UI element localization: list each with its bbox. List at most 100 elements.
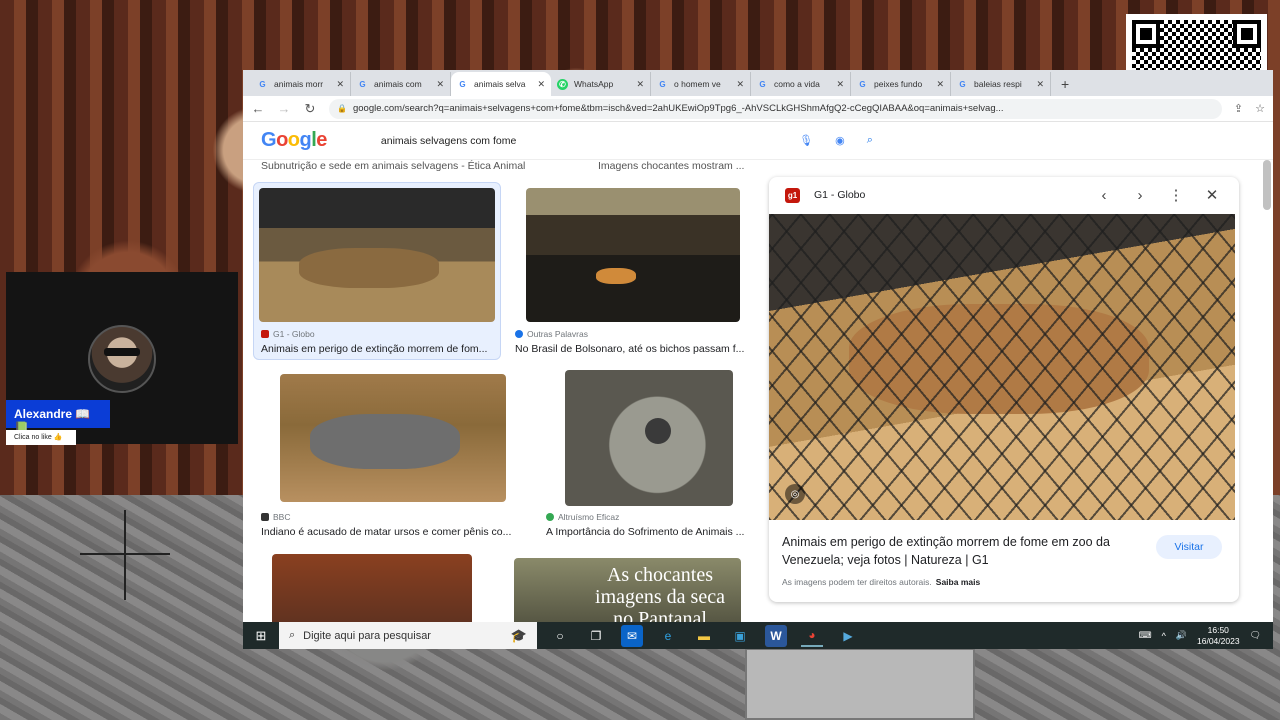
logo-letter: g xyxy=(299,129,312,151)
google-logo[interactable]: Google xyxy=(261,129,327,152)
clock[interactable]: 16:50 16/04/2023 xyxy=(1197,625,1240,647)
close-icon[interactable]: ✕ xyxy=(1036,79,1044,90)
g1-favicon-icon xyxy=(261,330,269,338)
chrome-icon[interactable]: ◕ xyxy=(801,625,823,647)
google-icon: G xyxy=(459,79,466,89)
tab-5[interactable]: Go homem ve ✕ xyxy=(651,72,751,96)
image-thumbnail-anteater[interactable] xyxy=(272,554,472,622)
fence-overlay xyxy=(769,214,1235,520)
notifications-icon[interactable]: 🗨 xyxy=(1250,630,1261,641)
search-input[interactable]: animais selvagens com fome 🎙 ◉ ⌕ xyxy=(366,126,887,155)
chevron-right-icon[interactable]: › xyxy=(1129,187,1151,204)
page-scrollbar[interactable] xyxy=(1263,160,1271,620)
more-vert-icon[interactable]: ⋮ xyxy=(1165,186,1187,204)
tab-4[interactable]: ✆ WhatsApp ✕ xyxy=(551,72,651,96)
lock-icon: 🔒 xyxy=(337,104,347,113)
bookmark-star-icon[interactable]: ☆ xyxy=(1255,102,1265,115)
animal-shape xyxy=(299,248,439,288)
clock-time: 16:50 xyxy=(1207,624,1229,635)
camera-lens-icon[interactable]: ◉ xyxy=(835,134,845,147)
taskbar-apps: ○ ❐ ✉ e ▬ ▣ W ◕ ▶ xyxy=(537,624,859,647)
result-title[interactable]: Indiano é acusado de matar ursos e comer… xyxy=(261,526,523,538)
image-thumbnail-drought[interactable]: As chocantes imagens da seca no Pantanal xyxy=(514,558,741,622)
close-icon[interactable]: ✕ xyxy=(936,79,944,90)
windows-start-icon[interactable]: ⊞ xyxy=(243,628,279,644)
preview-title[interactable]: Animais em perigo de extinção morrem de … xyxy=(782,533,1142,569)
crosshair-vertical xyxy=(124,510,126,600)
share-icon[interactable]: ⇪ xyxy=(1234,102,1243,115)
close-icon[interactable]: ✕ xyxy=(1201,186,1223,204)
result-title[interactable]: Animais em perigo de extinção morrem de … xyxy=(261,343,497,355)
visit-button[interactable]: Visitar xyxy=(1156,535,1222,559)
tab-label: o homem ve xyxy=(674,79,721,89)
tab-3-active[interactable]: Ganimais selva ✕ xyxy=(451,72,551,96)
whatsapp-icon: ✆ xyxy=(557,78,568,90)
tab-8[interactable]: Gbaleias respi ✕ xyxy=(951,72,1051,96)
result-caption-top-left[interactable]: Subnutrição e sede em animais selvagens … xyxy=(261,160,525,172)
tab-label: peixes fundo xyxy=(874,79,923,89)
result-source: Outras Palavras xyxy=(515,329,588,339)
close-icon[interactable]: ✕ xyxy=(537,79,545,90)
image-thumbnail-koala[interactable] xyxy=(565,370,733,506)
thumbnail-overlay-text: As chocantes imagens da seca no Pantanal xyxy=(595,564,725,622)
close-icon[interactable]: ✕ xyxy=(636,79,644,90)
tab-1[interactable]: Ganimais morr ✕ xyxy=(251,72,351,96)
cortana-icon[interactable]: ○ xyxy=(549,625,571,647)
close-icon[interactable]: ✕ xyxy=(736,79,744,90)
forward-arrow-icon[interactable]: → xyxy=(277,101,291,116)
url-field[interactable]: 🔒 google.com/search?q=animais+selvagens+… xyxy=(329,98,1222,119)
image-thumbnail-deer[interactable] xyxy=(526,188,740,322)
preview-source[interactable]: G1 - Globo xyxy=(814,189,1079,201)
image-preview-panel: g1 G1 - Globo ‹ › ⋮ ✕ ◎ Animais em perig… xyxy=(769,177,1239,602)
result-title[interactable]: A Importância do Sofrimento de Animais .… xyxy=(546,526,756,538)
image-thumbnail-puma[interactable] xyxy=(259,188,495,322)
search-icon[interactable]: ⌕ xyxy=(867,134,873,147)
tab-7[interactable]: Gpeixes fundo ✕ xyxy=(851,72,951,96)
store-icon[interactable]: ▣ xyxy=(729,625,751,647)
close-icon[interactable]: ✕ xyxy=(836,79,844,90)
taskbar-search[interactable]: ⌕ Digite aqui para pesquisar 🎓 xyxy=(279,622,537,649)
microphone-icon[interactable]: 🎙 xyxy=(799,134,813,147)
scrollbar-thumb[interactable] xyxy=(1263,160,1271,210)
new-tab-button[interactable]: + xyxy=(1051,72,1079,96)
back-arrow-icon[interactable]: ← xyxy=(251,101,265,116)
tab-label: animais com xyxy=(374,79,422,89)
word-icon[interactable]: W xyxy=(765,624,787,647)
tab-6[interactable]: Gcomo a vida ✕ xyxy=(751,72,851,96)
learn-more-link[interactable]: Saiba mais xyxy=(936,577,980,587)
file-explorer-icon[interactable]: ▬ xyxy=(693,625,715,647)
keyboard-icon[interactable]: ⌨ xyxy=(1139,630,1152,641)
preview-image[interactable]: ◎ xyxy=(769,214,1235,520)
sunglasses-icon xyxy=(104,348,140,356)
logo-letter: e xyxy=(316,129,327,151)
google-icon: G xyxy=(259,79,266,89)
system-tray: ⌨ ^ 🔊 16:50 16/04/2023 🗨 xyxy=(1139,625,1273,647)
search-icon: ⌕ xyxy=(289,629,296,641)
streamer-avatar xyxy=(88,325,156,393)
edge-icon[interactable]: e xyxy=(657,625,679,647)
altruismo-favicon-icon xyxy=(546,513,554,521)
mail-icon[interactable]: ✉ xyxy=(621,624,643,647)
streaming-app-icon[interactable]: ▶ xyxy=(837,625,859,647)
task-view-icon[interactable]: ❐ xyxy=(585,625,607,647)
result-title[interactable]: No Brasil de Bolsonaro, até os bichos pa… xyxy=(515,343,751,355)
close-icon[interactable]: ✕ xyxy=(436,79,444,90)
result-caption-top-right[interactable]: Imagens chocantes mostram ... xyxy=(598,160,744,172)
source-label: Outras Palavras xyxy=(527,329,588,339)
image-thumbnail-elephant[interactable] xyxy=(280,374,506,502)
google-icon: G xyxy=(859,79,866,89)
tab-label: animais selva xyxy=(474,79,526,89)
chevron-up-icon[interactable]: ^ xyxy=(1162,631,1166,641)
copyright-note: As imagens podem ter direitos autorais. S… xyxy=(782,577,980,587)
tab-2[interactable]: Ganimais com ✕ xyxy=(351,72,451,96)
chevron-left-icon[interactable]: ‹ xyxy=(1093,187,1115,204)
g1-logo-icon: g1 xyxy=(785,187,800,203)
reload-icon[interactable]: ↻ xyxy=(303,101,317,117)
logo-letter: o xyxy=(287,129,300,151)
source-label: Altruísmo Eficaz xyxy=(558,512,620,522)
graduation-hat-icon: 🎓 xyxy=(510,627,527,643)
google-lens-icon[interactable]: ◎ xyxy=(785,484,805,504)
close-icon[interactable]: ✕ xyxy=(336,79,344,90)
volume-icon[interactable]: 🔊 xyxy=(1176,630,1187,641)
logo-letter: o xyxy=(276,129,288,151)
